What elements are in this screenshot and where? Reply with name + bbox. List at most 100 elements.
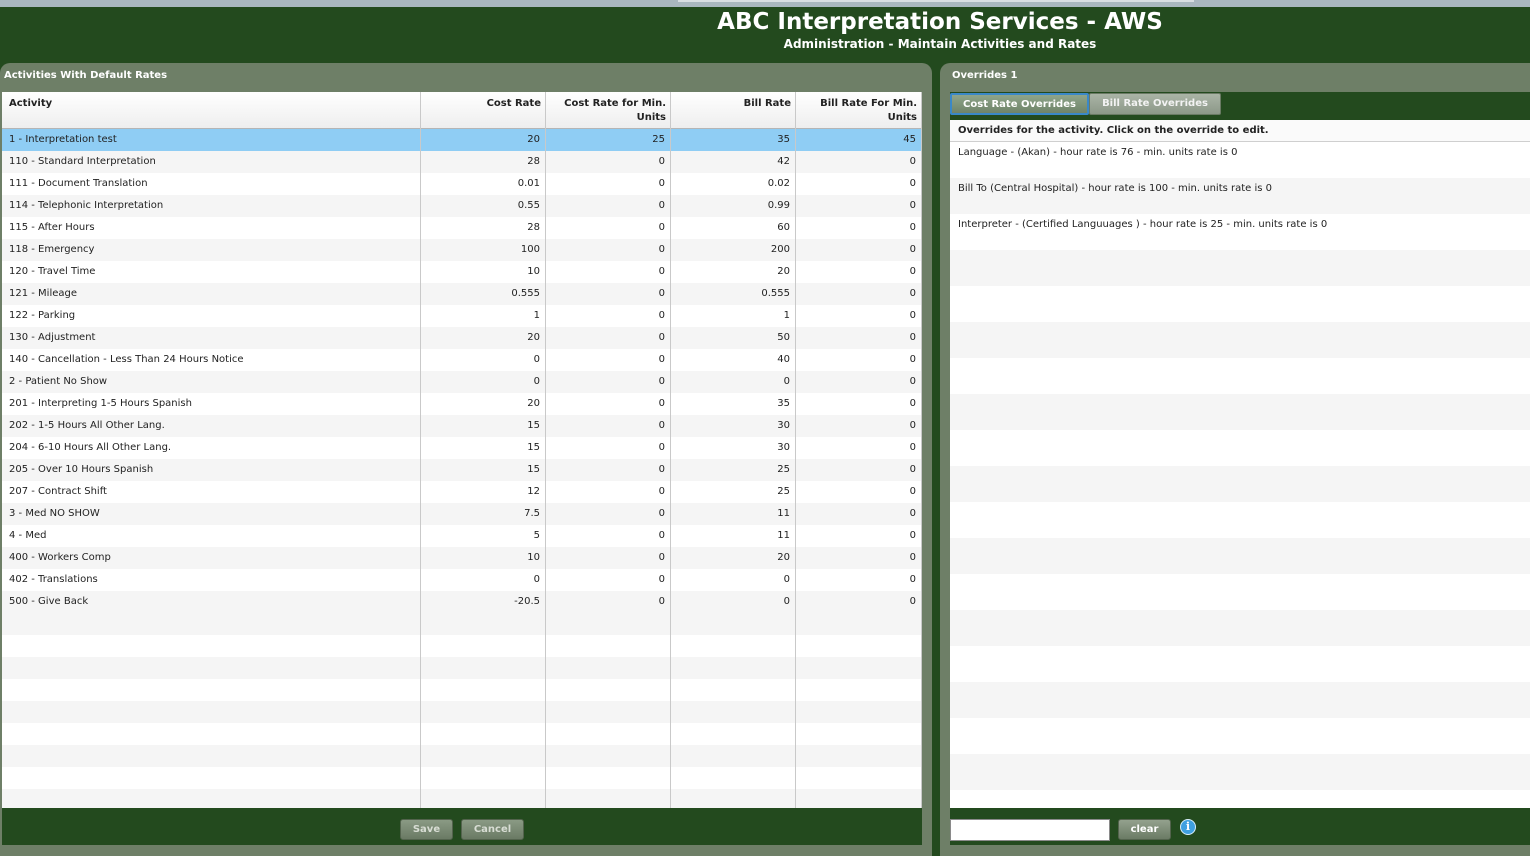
cell-cost-rate-min-units: 0 <box>546 305 671 327</box>
cell-activity: 110 - Standard Interpretation <box>2 151 421 173</box>
cell-cost-rate: 5 <box>421 525 546 547</box>
cell-bill-rate-min-units: 0 <box>796 459 922 481</box>
cell-cost-rate: 0.01 <box>421 173 546 195</box>
table-row[interactable]: 2 - Patient No Show 0 0 0 0 <box>2 371 922 393</box>
cell-activity: 2 - Patient No Show <box>2 371 421 393</box>
table-row[interactable]: 140 - Cancellation - Less Than 24 Hours … <box>2 349 922 371</box>
empty-row <box>2 635 922 657</box>
empty-override-row <box>950 790 1530 808</box>
cell-bill-rate-min-units: 0 <box>796 503 922 525</box>
table-row[interactable]: 118 - Emergency 100 0 200 0 <box>2 239 922 261</box>
table-row[interactable]: 201 - Interpreting 1-5 Hours Spanish 20 0 3… <box>2 393 922 415</box>
table-row[interactable]: 130 - Adjustment 20 0 50 0 <box>2 327 922 349</box>
column-header-cost-rate[interactable]: Cost Rate <box>421 92 546 129</box>
cell-cost-rate: 100 <box>421 239 546 261</box>
empty-row <box>2 745 922 767</box>
overrides-instructions: Overrides for the activity. Click on the… <box>950 120 1530 142</box>
cell-bill-rate: 200 <box>671 239 796 261</box>
cell-bill-rate-min-units: 0 <box>796 283 922 305</box>
cell-bill-rate: 35 <box>671 129 796 151</box>
cell-cost-rate-min-units: 0 <box>546 217 671 239</box>
table-row[interactable]: 202 - 1-5 Hours All Other Lang. 15 0 30 0 <box>2 415 922 437</box>
empty-override-row <box>950 358 1530 394</box>
table-row[interactable]: 205 - Over 10 Hours Spanish 15 0 25 0 <box>2 459 922 481</box>
empty-override-row <box>950 538 1530 574</box>
cell-bill-rate: 0 <box>671 569 796 591</box>
overrides-panel: Overrides 1 Cost Rate Overrides Bill Rat… <box>940 63 1530 856</box>
save-button[interactable]: Save <box>400 819 453 840</box>
empty-row <box>2 679 922 701</box>
cell-activity: 120 - Travel Time <box>2 261 421 283</box>
cell-cost-rate-min-units: 0 <box>546 569 671 591</box>
cell-cost-rate-min-units: 0 <box>546 591 671 613</box>
table-row[interactable]: 500 - Give Back -20.5 0 0 0 <box>2 591 922 613</box>
cell-cost-rate-min-units: 0 <box>546 195 671 217</box>
table-row[interactable]: 115 - After Hours 28 0 60 0 <box>2 217 922 239</box>
cell-bill-rate: 30 <box>671 415 796 437</box>
grid-empty-rows <box>2 613 922 808</box>
override-item[interactable]: Bill To (Central Hospital) - hour rate i… <box>950 178 1530 214</box>
cell-activity: 3 - Med NO SHOW <box>2 503 421 525</box>
column-header-activity[interactable]: Activity <box>2 92 421 129</box>
tab-bill-rate-overrides[interactable]: Bill Rate Overrides <box>1089 93 1221 115</box>
table-row[interactable]: 3 - Med NO SHOW 7.5 0 11 0 <box>2 503 922 525</box>
table-row[interactable]: 120 - Travel Time 10 0 20 0 <box>2 261 922 283</box>
info-icon[interactable]: i <box>1180 819 1196 835</box>
cell-activity: 1 - Interpretation test <box>2 129 421 151</box>
cell-bill-rate-min-units: 0 <box>796 261 922 283</box>
cell-cost-rate: 28 <box>421 151 546 173</box>
cell-bill-rate-min-units: 0 <box>796 393 922 415</box>
cell-bill-rate: 0.555 <box>671 283 796 305</box>
table-row[interactable]: 204 - 6-10 Hours All Other Lang. 15 0 30 0 <box>2 437 922 459</box>
table-row[interactable]: 402 - Translations 0 0 0 0 <box>2 569 922 591</box>
column-header-bill-rate-min-units[interactable]: Bill Rate For Min. Units <box>796 92 922 129</box>
cell-activity: 202 - 1-5 Hours All Other Lang. <box>2 415 421 437</box>
table-row[interactable]: 110 - Standard Interpretation 28 0 42 0 <box>2 151 922 173</box>
table-row[interactable]: 207 - Contract Shift 12 0 25 0 <box>2 481 922 503</box>
empty-override-row <box>950 610 1530 646</box>
cell-cost-rate: 12 <box>421 481 546 503</box>
table-row[interactable]: 122 - Parking 1 0 1 0 <box>2 305 922 327</box>
empty-row <box>2 767 922 789</box>
cell-bill-rate: 25 <box>671 459 796 481</box>
cell-cost-rate: 15 <box>421 415 546 437</box>
column-header-bill-rate[interactable]: Bill Rate <box>671 92 796 129</box>
cell-cost-rate: 1 <box>421 305 546 327</box>
cell-cost-rate-min-units: 0 <box>546 503 671 525</box>
cell-cost-rate: 10 <box>421 261 546 283</box>
table-row[interactable]: 111 - Document Translation 0.01 0 0.02 0 <box>2 173 922 195</box>
clear-button[interactable]: clear <box>1118 819 1171 840</box>
app-header: ABC Interpretation Services - AWS Admini… <box>0 7 1530 63</box>
table-row[interactable]: 121 - Mileage 0.555 0 0.555 0 <box>2 283 922 305</box>
cell-bill-rate-min-units: 0 <box>796 525 922 547</box>
cell-bill-rate-min-units: 0 <box>796 547 922 569</box>
override-item[interactable]: Language - (Akan) - hour rate is 76 - mi… <box>950 142 1530 178</box>
cell-cost-rate: 15 <box>421 437 546 459</box>
table-row[interactable]: 400 - Workers Comp 10 0 20 0 <box>2 547 922 569</box>
tab-cost-rate-overrides[interactable]: Cost Rate Overrides <box>950 93 1089 115</box>
override-item[interactable]: Interpreter - (Certified Languuages ) - … <box>950 214 1530 250</box>
cell-cost-rate-min-units: 0 <box>546 481 671 503</box>
cell-bill-rate: 0.02 <box>671 173 796 195</box>
cell-cost-rate: 28 <box>421 217 546 239</box>
cell-cost-rate: 20 <box>421 327 546 349</box>
cell-cost-rate: 15 <box>421 459 546 481</box>
cell-bill-rate: 35 <box>671 393 796 415</box>
cell-bill-rate-min-units: 0 <box>796 371 922 393</box>
cell-activity: 402 - Translations <box>2 569 421 591</box>
cell-activity: 400 - Workers Comp <box>2 547 421 569</box>
column-header-cost-rate-min-units[interactable]: Cost Rate for Min. Units <box>546 92 671 129</box>
table-row[interactable]: 1 - Interpretation test 20 25 35 45 <box>2 129 922 151</box>
overrides-list-box: Overrides for the activity. Click on the… <box>950 120 1530 808</box>
cell-bill-rate: 1 <box>671 305 796 327</box>
cell-cost-rate-min-units: 0 <box>546 393 671 415</box>
cell-cost-rate-min-units: 0 <box>546 327 671 349</box>
table-row[interactable]: 4 - Med 5 0 11 0 <box>2 525 922 547</box>
search-input[interactable] <box>950 819 1110 841</box>
cell-cost-rate-min-units: 0 <box>546 173 671 195</box>
table-row[interactable]: 114 - Telephonic Interpretation 0.55 0 0.99… <box>2 195 922 217</box>
cell-activity: 121 - Mileage <box>2 283 421 305</box>
cancel-button[interactable]: Cancel <box>461 819 524 840</box>
cell-bill-rate-min-units: 0 <box>796 415 922 437</box>
cell-activity: 500 - Give Back <box>2 591 421 613</box>
